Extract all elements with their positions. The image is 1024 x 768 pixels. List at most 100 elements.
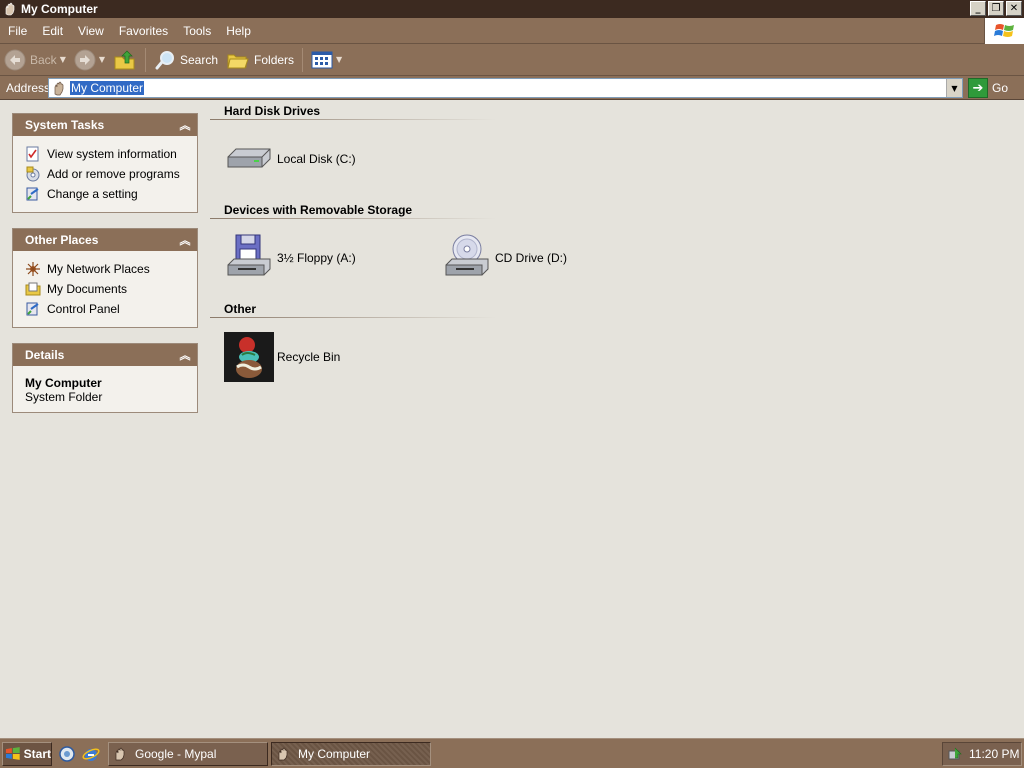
task-view-system-information[interactable]: View system information	[25, 144, 187, 164]
views-button[interactable]: ▼	[307, 46, 346, 74]
address-input[interactable]: My Computer ▼	[48, 78, 963, 98]
other-places-header[interactable]: Other Places ︽	[13, 229, 197, 251]
group-divider	[210, 119, 496, 120]
drive-floppy-a[interactable]: 3½ Floppy (A:)	[224, 233, 356, 283]
maximize-button[interactable]: ❐	[988, 1, 1004, 16]
views-dropdown-icon[interactable]: ▼	[336, 55, 342, 64]
windows-flag-icon	[993, 24, 1014, 37]
place-my-documents[interactable]: My Documents	[25, 279, 187, 299]
forward-arrow-icon	[74, 49, 96, 70]
back-button[interactable]: Back ▼	[0, 46, 70, 74]
menu-file[interactable]: File	[0, 24, 34, 38]
drive-cd-d[interactable]: CD Drive (D:)	[442, 233, 567, 283]
up-folder-button[interactable]	[109, 46, 141, 74]
group-title-hard-disk-drives: Hard Disk Drives	[224, 104, 321, 118]
taskbar-item-label: Google - Mypal	[135, 747, 217, 761]
details-item-type: System Folder	[25, 390, 103, 404]
other-places-title: Other Places	[25, 233, 99, 247]
safely-remove-hardware-icon[interactable]	[947, 746, 963, 762]
details-item-name: My Computer	[25, 376, 102, 390]
place-control-panel[interactable]: Control Panel	[25, 299, 187, 319]
window-controls: _ ❐ ✕	[970, 1, 1022, 16]
group-title-other: Other	[224, 302, 257, 316]
internet-explorer-icon[interactable]	[82, 745, 100, 763]
details-title: Details	[25, 348, 65, 362]
recycle-bin-label: Recycle Bin	[277, 350, 341, 364]
folders-label: Folders	[254, 52, 295, 67]
system-tasks-header[interactable]: System Tasks ︽	[13, 114, 197, 136]
address-value: My Computer	[70, 81, 145, 95]
title-bar[interactable]: My Computer _ ❐ ✕	[0, 0, 1024, 18]
address-dropdown-icon[interactable]: ▼	[946, 79, 962, 97]
drive-label: Local Disk (C:)	[277, 152, 356, 166]
back-label: Back	[30, 52, 57, 67]
menu-view[interactable]: View	[70, 24, 111, 38]
my-computer-hand-icon	[54, 81, 64, 96]
address-label: Address	[6, 80, 51, 95]
collapse-chevron-icon[interactable]: ︽	[177, 117, 193, 133]
back-dropdown-icon[interactable]: ▼	[60, 55, 66, 64]
folders-button[interactable]: Folders	[222, 46, 298, 74]
window-title: My Computer	[21, 2, 98, 16]
group-title-removable-storage: Devices with Removable Storage	[224, 203, 413, 217]
show-desktop-icon[interactable]	[58, 745, 76, 763]
drive-label: CD Drive (D:)	[495, 251, 567, 265]
details-header[interactable]: Details ︽	[13, 344, 197, 366]
task-label: Change a setting	[47, 187, 138, 201]
address-bar: Address My Computer ▼ ➔ Go	[0, 76, 1024, 100]
search-button[interactable]: Search	[150, 46, 222, 74]
task-add-remove-programs[interactable]: Add or remove programs	[25, 164, 187, 184]
task-change-setting[interactable]: Change a setting	[25, 184, 187, 204]
go-label: Go	[992, 81, 1009, 95]
drive-local-disk-c[interactable]: Local Disk (C:)	[224, 134, 356, 184]
recycle-bin[interactable]: Recycle Bin	[224, 332, 340, 382]
search-label: Search	[180, 52, 219, 67]
folders-icon	[227, 54, 249, 68]
go-button[interactable]: ➔ Go	[968, 78, 1008, 98]
my-computer-hand-icon	[5, 2, 15, 16]
up-folder-icon	[114, 50, 135, 69]
add-remove-programs-icon	[26, 166, 40, 182]
system-tasks-list: View system information Add or remove pr…	[13, 136, 197, 212]
toolbar: Back ▼ ▼ Search Folders ▼	[0, 44, 1024, 76]
forward-dropdown-icon[interactable]: ▼	[99, 55, 105, 64]
task-label: View system information	[47, 147, 177, 161]
mypal-browser-icon	[115, 747, 125, 761]
group-divider	[210, 317, 496, 318]
network-places-icon	[26, 262, 40, 276]
menu-favorites[interactable]: Favorites	[111, 24, 175, 38]
menu-edit[interactable]: Edit	[34, 24, 70, 38]
forward-button[interactable]: ▼	[70, 46, 109, 74]
toolbar-separator	[302, 47, 304, 72]
system-information-icon	[26, 146, 39, 162]
collapse-chevron-icon[interactable]: ︽	[177, 232, 193, 248]
other-places-list: My Network Places My Documents Control P…	[13, 251, 197, 327]
clock[interactable]: 11:20 PM	[969, 747, 1019, 761]
menu-tools[interactable]: Tools	[175, 24, 218, 38]
taskbar-item-google-mypal[interactable]: Google - Mypal	[108, 742, 268, 766]
folder-content: Hard Disk Drives Local Disk (C:) Devices…	[210, 101, 1024, 738]
close-button[interactable]: ✕	[1006, 1, 1022, 16]
taskbar-item-label: My Computer	[298, 747, 371, 761]
taskbar-item-my-computer[interactable]: My Computer	[271, 742, 431, 766]
taskbar: Start Google - Mypal My Computer 11:20 P…	[0, 738, 1024, 768]
start-button[interactable]: Start	[2, 741, 52, 766]
recycle-bin-icon	[224, 332, 274, 382]
minimize-button[interactable]: _	[970, 1, 986, 16]
toolbar-separator	[145, 47, 146, 72]
group-divider	[210, 218, 496, 219]
start-label: Start	[23, 746, 51, 761]
system-tasks-title: System Tasks	[25, 118, 105, 132]
details-body: My Computer System Folder	[13, 366, 197, 412]
place-label: My Network Places	[47, 262, 150, 276]
collapse-chevron-icon[interactable]: ︽	[177, 347, 193, 363]
task-label: Add or remove programs	[47, 167, 180, 181]
views-grid-icon	[311, 51, 333, 68]
back-arrow-icon	[4, 49, 26, 70]
details-panel: Details ︽ My Computer System Folder	[12, 343, 198, 413]
control-panel-icon	[26, 187, 39, 201]
cd-drive-icon	[442, 233, 492, 283]
menu-help[interactable]: Help	[218, 24, 258, 38]
my-computer-hand-icon	[278, 747, 288, 761]
place-my-network-places[interactable]: My Network Places	[25, 259, 187, 279]
